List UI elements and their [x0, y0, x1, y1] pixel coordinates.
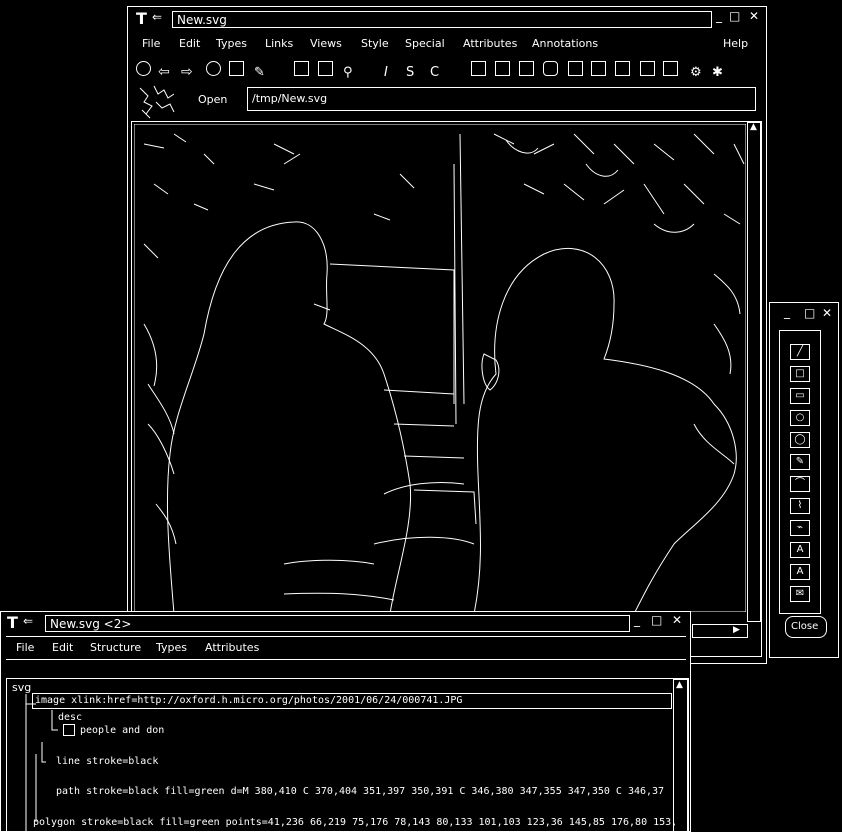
vertical-scrollbar[interactable] — [747, 122, 761, 622]
structure-minimize-button[interactable]: _ — [634, 613, 640, 627]
tree-node-path[interactable]: path stroke=black fill=green d=M 380,410… — [56, 786, 664, 797]
menu-annotations[interactable]: Annotations — [532, 37, 598, 50]
structure-maximize-button[interactable]: □ — [651, 613, 662, 627]
app-logo-icon: T — [136, 9, 147, 28]
code-icon[interactable]: C — [430, 61, 445, 80]
structure-title-field: New.svg <2> — [45, 615, 630, 632]
scroll-up-arrow-icon[interactable]: ▲ — [750, 122, 757, 132]
bug-icon[interactable]: ✱ — [712, 61, 727, 80]
ellipse-tool-button[interactable]: ◯ — [790, 432, 810, 448]
structure-menu-types[interactable]: Types — [156, 641, 187, 654]
tree-node-desc-box-icon — [63, 724, 75, 736]
math-icon[interactable] — [663, 61, 678, 76]
tree-node-desc-text[interactable]: people and don — [80, 725, 164, 736]
menu-links[interactable]: Links — [265, 37, 293, 50]
path-tool-button[interactable]: ⌁ — [790, 520, 810, 536]
maximize-button[interactable]: □ — [729, 9, 740, 23]
structure-title-bar[interactable]: T ⇐ New.svg <2> _ □ ✕ — [1, 612, 690, 634]
main-title-field: New.svg — [172, 11, 712, 28]
structure-menu-structure[interactable]: Structure — [90, 641, 141, 654]
structure-app-logo-icon: T — [7, 613, 18, 632]
circle-tool-button[interactable]: ○ — [790, 410, 810, 426]
outline-icon[interactable] — [615, 61, 630, 76]
main-title-bar[interactable]: T ⇐ New.svg _ □ ✕ — [128, 7, 766, 31]
arc-tool-button[interactable]: ⌒ — [790, 476, 810, 492]
palette-minimize-button[interactable]: _ — [784, 305, 790, 319]
anchor-icon[interactable] — [519, 61, 534, 76]
menu-views[interactable]: Views — [310, 37, 342, 50]
settings-icon[interactable]: ⚙ — [690, 61, 705, 80]
window-menu-icon[interactable]: ⇐ — [152, 10, 162, 24]
structure-menu-edit[interactable]: Edit — [52, 641, 73, 654]
structure-scrollbar[interactable]: ▲ — [673, 679, 688, 832]
polyline-tool-button[interactable]: ⌇ — [790, 498, 810, 514]
structure-menu-attributes[interactable]: Attributes — [205, 641, 259, 654]
strike-icon[interactable]: S — [406, 61, 421, 80]
tree-node-image-text: image xlink:href=http://oxford.h.micro.o… — [35, 695, 463, 706]
palette-maximize-button[interactable]: □ — [804, 306, 815, 320]
structure-window-title: New.svg <2> — [50, 617, 132, 631]
tree-node-desc[interactable]: desc — [58, 712, 82, 723]
tree-node-image[interactable]: image xlink:href=http://oxford.h.micro.o… — [32, 693, 672, 709]
logo-figure-icon — [139, 85, 175, 119]
palette-close-action[interactable]: Close — [785, 616, 827, 638]
find-icon[interactable]: ⚲ — [343, 61, 358, 80]
pencil-icon[interactable]: ✎ — [254, 61, 269, 80]
menu-attributes[interactable]: Attributes — [463, 37, 517, 50]
line-tool-button[interactable]: ╱ — [790, 344, 810, 360]
menu-style[interactable]: Style — [361, 37, 389, 50]
object-icon[interactable] — [543, 61, 558, 76]
back-icon[interactable] — [136, 61, 151, 76]
structure-window-menu-icon[interactable]: ⇐ — [23, 614, 33, 628]
rounded-rect-tool-button[interactable]: ▭ — [790, 388, 810, 404]
structure-close-button[interactable]: ✕ — [672, 613, 682, 627]
tree-node-line[interactable]: line stroke=black — [56, 756, 158, 767]
forward-icon[interactable] — [206, 61, 221, 76]
tree-node-polygon[interactable]: polygon stroke=black fill=green points=4… — [33, 817, 677, 828]
menu-edit[interactable]: Edit — [179, 37, 200, 50]
text-box-tool-button[interactable]: A — [790, 564, 810, 580]
list-icon[interactable] — [568, 61, 583, 76]
text-tool-button[interactable]: A — [790, 542, 810, 558]
main-window-title: New.svg — [177, 13, 227, 27]
main-menu-bar: File Edit Types Links Views Style Specia… — [134, 34, 760, 54]
scroll-right-arrow-icon[interactable]: ▶ — [733, 625, 740, 635]
menu-file[interactable]: File — [142, 37, 160, 50]
print-icon[interactable] — [318, 61, 333, 76]
pen-tool-button[interactable]: ✎ — [790, 454, 810, 470]
columns-icon[interactable] — [640, 61, 655, 76]
italic-icon[interactable]: I — [384, 61, 399, 80]
home-icon[interactable] — [229, 61, 244, 76]
horizontal-scrollbar[interactable]: ▶ — [692, 624, 748, 638]
photo-canvas — [134, 124, 746, 612]
right-arrow-icon[interactable]: ⇨ — [181, 61, 196, 79]
path-input-value: /tmp/New.svg — [252, 92, 328, 105]
minimize-button[interactable]: _ — [716, 9, 722, 23]
structure-menu-file[interactable]: File — [16, 641, 34, 654]
palette-close-button[interactable]: ✕ — [822, 306, 832, 320]
menu-special[interactable]: Special — [405, 37, 445, 50]
menu-types[interactable]: Types — [216, 37, 247, 50]
close-button[interactable]: ✕ — [749, 9, 759, 23]
save-icon[interactable] — [294, 61, 309, 76]
numbered-list-icon[interactable] — [591, 61, 606, 76]
table-icon[interactable] — [495, 61, 510, 76]
structure-scroll-up-icon[interactable]: ▲ — [676, 680, 683, 690]
image-icon[interactable] — [471, 61, 486, 76]
open-label: Open — [198, 93, 228, 106]
mail-tool-button[interactable]: ✉ — [790, 586, 810, 602]
menu-help[interactable]: Help — [723, 37, 748, 50]
palette-close-label: Close — [791, 621, 819, 632]
structure-menu-bar: File Edit Structure Types Attributes — [6, 636, 686, 660]
left-arrow-icon[interactable]: ⇦ — [158, 61, 173, 79]
rect-tool-button[interactable]: □ — [790, 366, 810, 382]
path-input[interactable]: /tmp/New.svg — [247, 87, 756, 111]
